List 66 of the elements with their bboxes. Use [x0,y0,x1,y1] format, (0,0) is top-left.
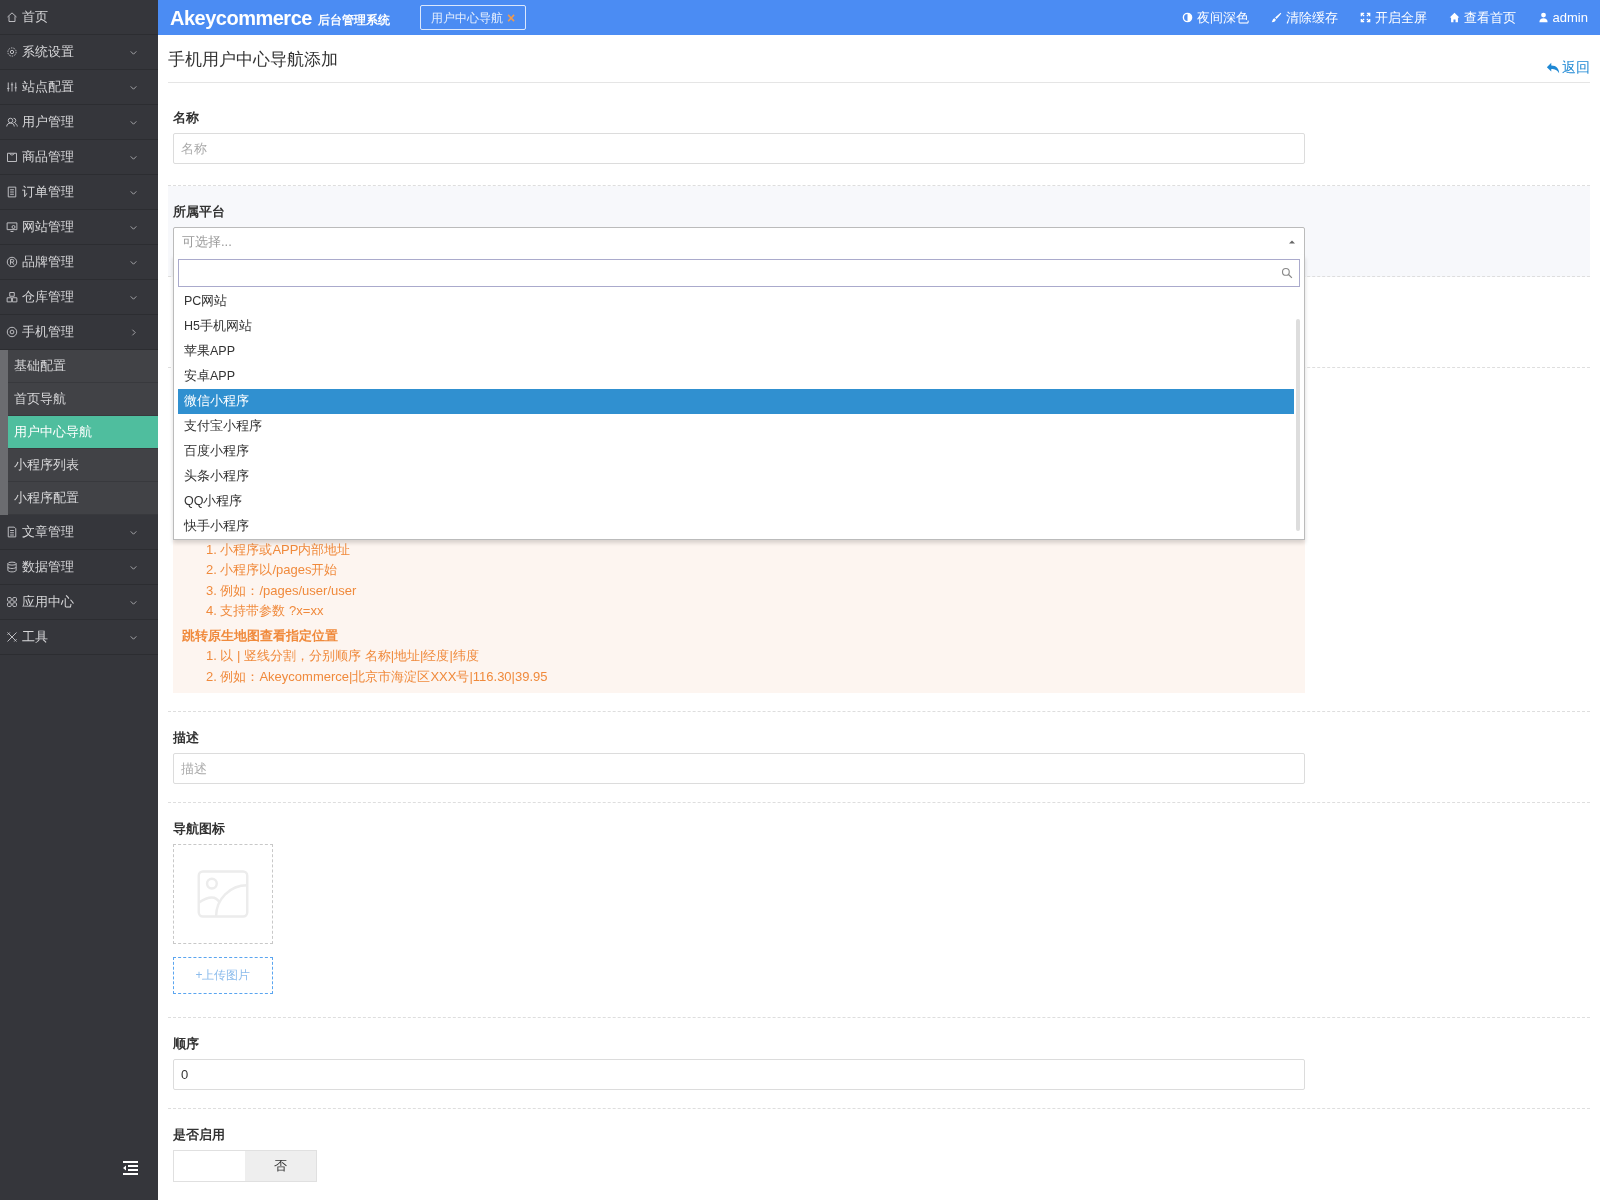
note-line: 3. 例如：/pages/user/user [205,581,358,600]
note-line: 1. 小程序或APP内部地址 [205,540,352,559]
dropdown-option[interactable]: H5手机网站 [178,314,1294,339]
sidebar-item[interactable]: 数据管理 [0,550,158,585]
dropdown-option[interactable]: 安卓APP [178,364,1294,389]
collapse-menu-icon[interactable] [120,1160,140,1176]
sidebar-item[interactable]: 品牌管理 [0,245,158,280]
dropdown-option[interactable]: 快手小程序 [178,514,1294,539]
field-label: 名称 [173,109,200,127]
bag-icon [6,151,18,163]
sidebar-item[interactable]: 文章管理 [0,515,158,550]
list-icon [6,186,18,198]
submenu-item[interactable]: 小程序列表 [8,449,158,482]
field-label: 是否启用 [173,1126,226,1144]
sidebar-item[interactable]: 工具 [0,620,158,655]
page-title: 手机用户中心导航添加 [168,48,339,71]
logo-subtitle: 后台管理系统 [317,11,390,29]
text-field[interactable]: 描述 [173,752,1305,784]
logo: Akeycommerce [170,5,312,31]
submenu-item[interactable]: 基础配置 [8,350,158,383]
user-icon [1537,12,1549,23]
note-line: 1. 以 | 竖线分割，分别顺序 名称|地址|经度|纬度 [205,647,480,665]
dropdown-option[interactable]: 支付宝小程序 [178,414,1294,439]
field-label: 顺序 [173,1035,200,1053]
home-icon [1448,12,1460,23]
sidebar-item[interactable]: 系统设置 [0,35,158,70]
grid-icon [6,596,18,608]
contrast-icon [1181,12,1193,23]
sidebar-item[interactable]: 网站管理 [0,210,158,245]
sidebar-item[interactable]: 站点配置 [0,70,158,105]
registered-icon [6,256,18,268]
dropdown-option[interactable]: PC网站 [178,289,1294,314]
home-icon [6,11,18,23]
monitor-icon [6,221,18,233]
sidebar-item[interactable]: 用户管理 [0,105,158,140]
boxes-icon [6,291,18,303]
dropdown-option[interactable]: 百度小程序 [178,439,1294,464]
back-link[interactable]: 返回 [1546,57,1590,78]
tools-icon [6,631,18,643]
dropdown-option[interactable]: 头条小程序 [178,464,1294,489]
sidebar-item[interactable]: 应用中心 [0,585,158,620]
dropdown-option[interactable]: QQ小程序 [178,489,1294,514]
sidebar-item[interactable]: 商品管理 [0,140,158,175]
expand-icon [1359,12,1371,23]
brush-icon [1270,12,1282,23]
field-label: 描述 [173,729,200,747]
note-line: 4. 支持带参数 ?x=xx [205,602,325,620]
sidebar-item[interactable]: 仓库管理 [0,280,158,315]
field-label: 导航图标 [173,820,226,838]
toggle-switch[interactable]: 否 [173,1149,317,1182]
field-label: 所属平台 [173,203,226,221]
sidebar-item[interactable]: 订单管理 [0,175,158,210]
text-field[interactable]: 0 [173,1058,1305,1090]
users-icon [6,116,18,128]
search-icon [1281,267,1293,279]
gear-icon [6,46,18,58]
dropdown-option[interactable]: 苹果APP [178,339,1294,364]
document-icon [6,526,18,538]
submenu-item[interactable]: 首页导航 [8,383,158,416]
note-line: 2. 小程序以/pages开始 [205,561,339,579]
note-line: 2. 例如：Akeycommerce|北京市海淀区XXX号|116.30|39.95 [205,667,549,686]
database-icon [6,561,18,573]
note-heading: 跳转原生地图查看指定位置 [182,626,339,645]
submenu-item[interactable]: 小程序配置 [8,482,158,515]
text-field[interactable]: 名称 [173,132,1305,164]
sliders-icon [6,81,18,93]
